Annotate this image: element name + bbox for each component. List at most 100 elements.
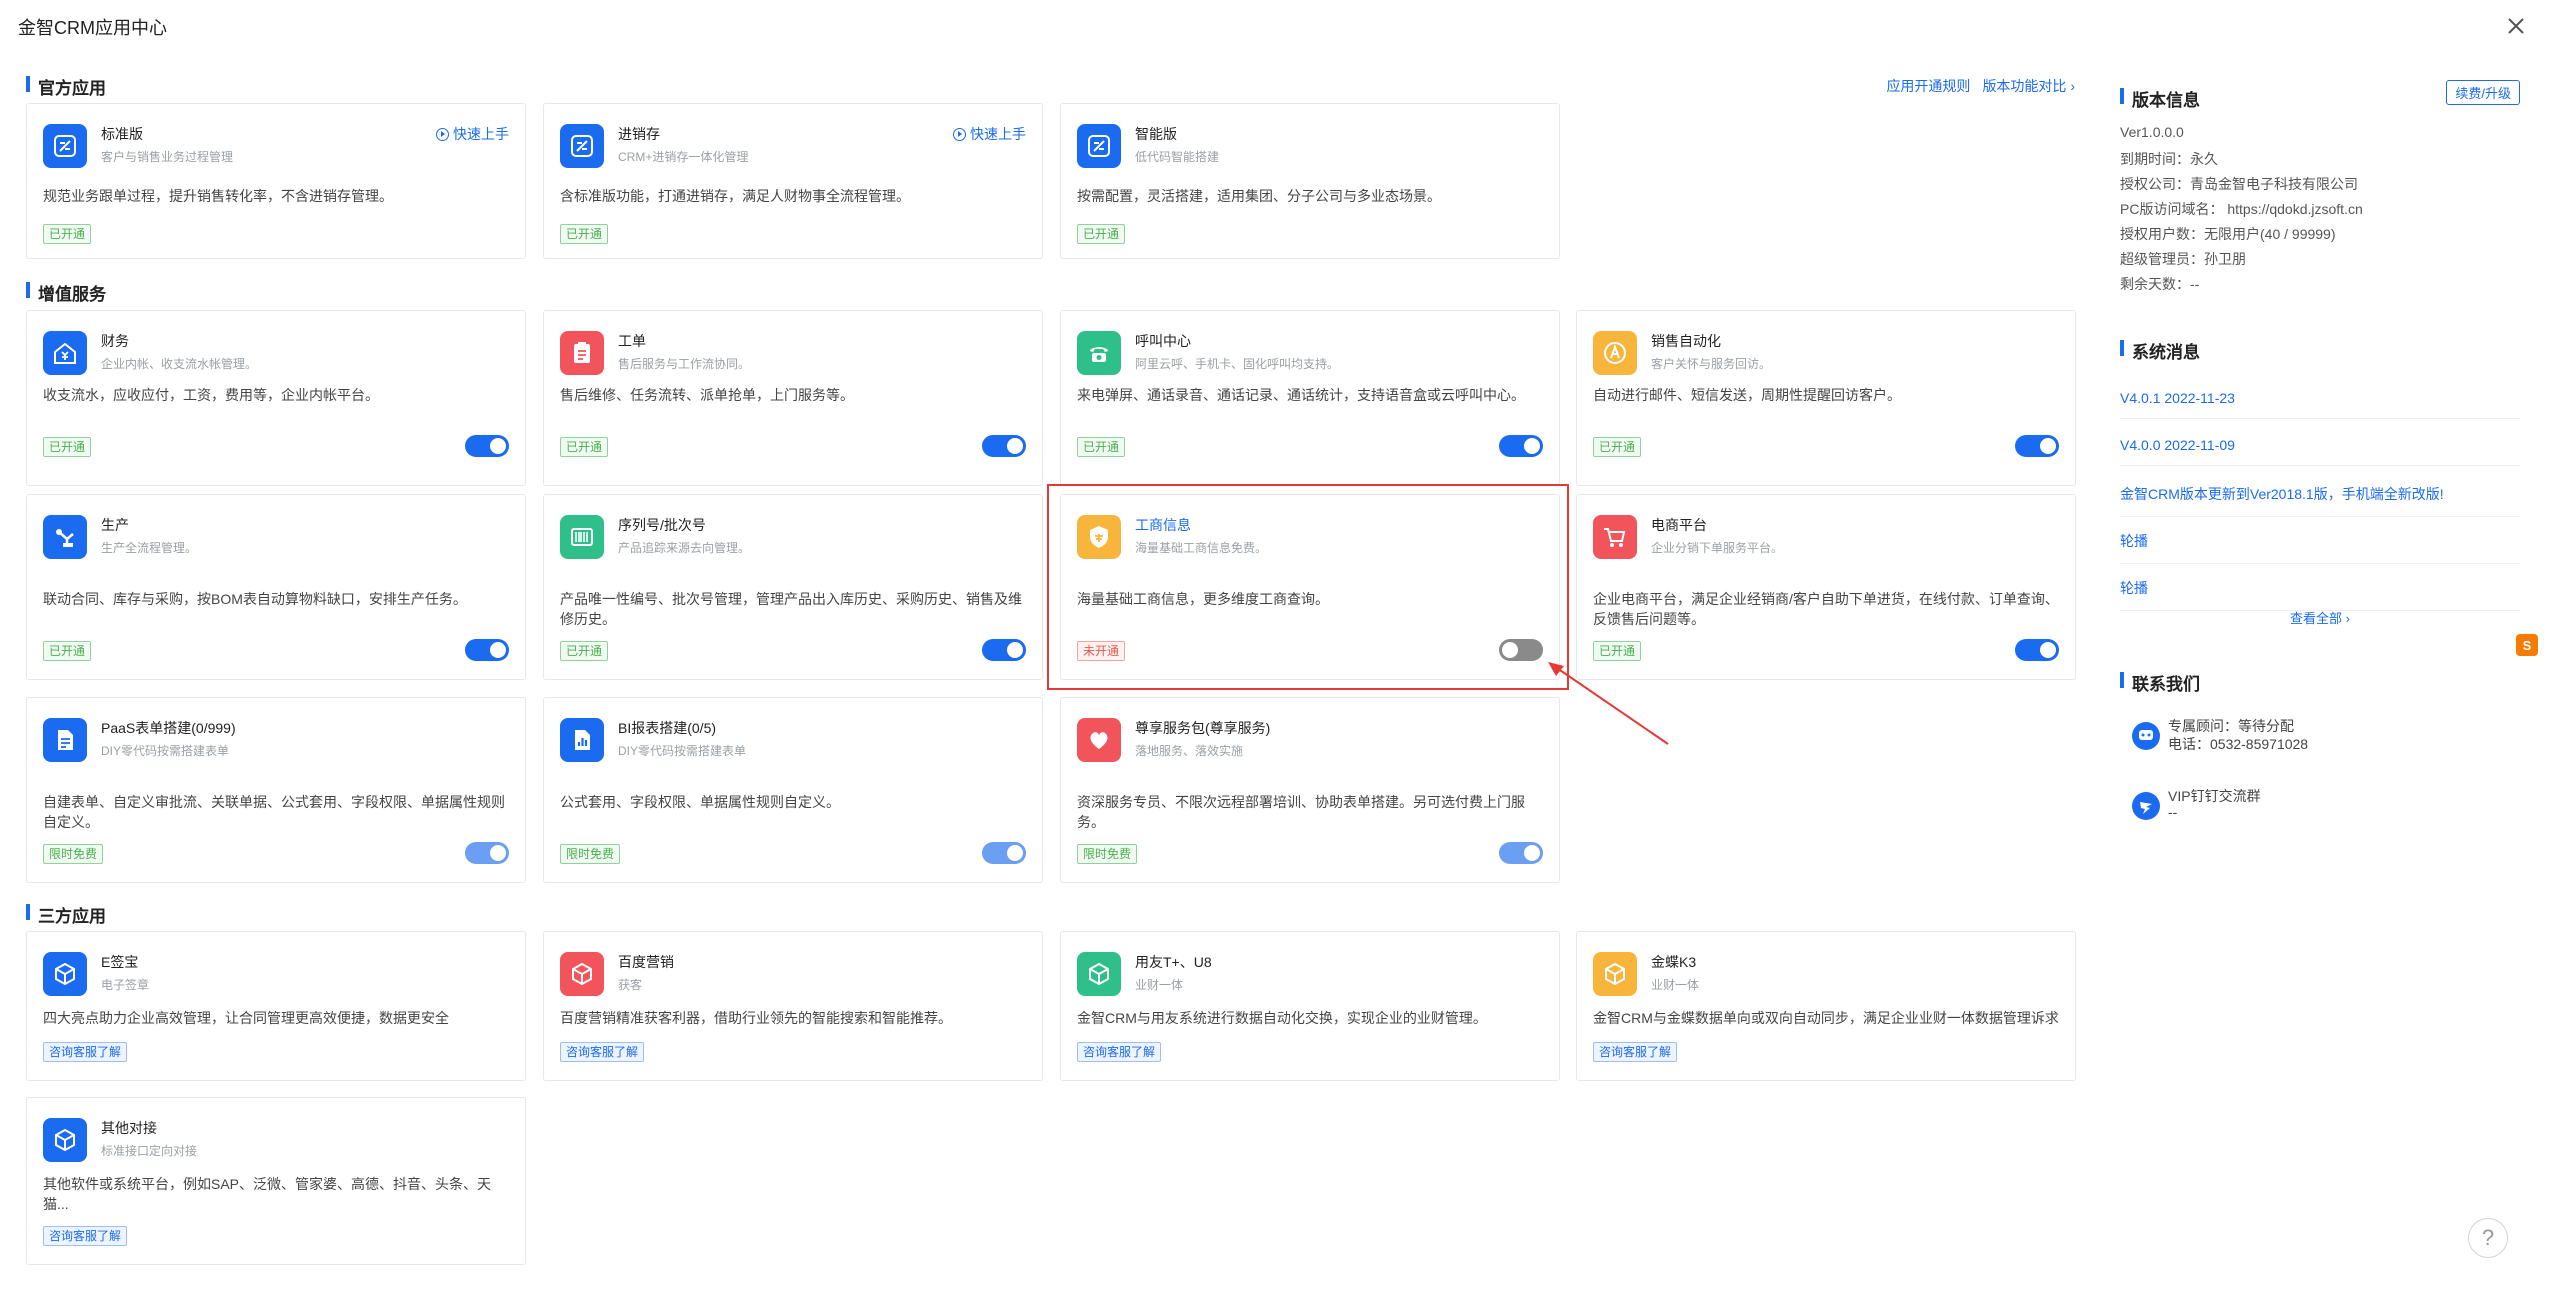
app-description: 来电弹屏、通话录音、通话记录、通话统计，支持语音盒或云呼叫中心。 — [1077, 387, 1525, 403]
app-description: 收支流水，应收应付，工资，费用等，企业内帐平台。 — [43, 387, 379, 403]
status-badge: 限时免费 — [43, 844, 104, 864]
app-name: 财务 — [101, 333, 129, 349]
app-card[interactable]: 用友T+、U8 业财一体 金智CRM与用友系统进行数据自动化交换，实现企业的业财管理… — [1060, 931, 1560, 1081]
app-card[interactable]: 序列号/批次号 产品追踪来源去向管理。 产品唯一性编号、批次号管理，管理产品出入库历… — [543, 494, 1043, 680]
app-subtitle: DIY零代码按需搭建表单 — [618, 744, 747, 758]
app-card[interactable]: 销售自动化 客户关怀与服务回访。 自动进行邮件、短信发送，周期性提醒回访客户。 已开通 — [1576, 310, 2076, 486]
renew-button[interactable]: 续费/升级 — [2446, 80, 2520, 105]
app-description: 公式套用、字段权限、单据属性规则自定义。 — [560, 794, 840, 810]
app-description: 企业电商平台，满足企业经销商/客户自助下单进货，在线付款、订单查询、反馈售后问题… — [1593, 591, 2059, 627]
app-card[interactable]: 尊享服务包(尊享服务) 落地服务、落效实施 资深服务专员、不限次远程部署培训、协助表… — [1060, 697, 1560, 883]
app-logo-icon — [560, 124, 604, 168]
enable-toggle[interactable] — [982, 842, 1026, 864]
app-name: 进销存 — [618, 126, 660, 142]
notice-item[interactable]: V4.0.0 2022-11-09 — [2120, 437, 2520, 466]
vip-group-value: -- — [2168, 804, 2178, 820]
notice-item[interactable]: 轮播 — [2120, 578, 2520, 611]
app-card[interactable]: 百度营销 获客 百度营销精准获客利器，借助行业领先的智能搜索和智能推荐。 咨询客服了解 — [543, 931, 1043, 1081]
cart-icon — [1593, 515, 1637, 559]
enable-toggle[interactable] — [465, 842, 509, 864]
app-card[interactable]: BI报表搭建(0/5) DIY零代码按需搭建表单 公式套用、字段权限、单据属性规则自… — [543, 697, 1043, 883]
robot-arm-icon — [43, 515, 87, 559]
enable-toggle[interactable] — [2015, 639, 2059, 661]
automation-icon — [1593, 331, 1637, 375]
app-card[interactable]: 进销存 CRM+进销存一体化管理 含标准版功能，打通进销存，满足人财物事全流程管理。… — [543, 103, 1043, 259]
play-icon — [953, 127, 966, 141]
app-card[interactable]: 电商平台 企业分销下单服务平台。 企业电商平台，满足企业经销商/客户自助下单进货，在… — [1576, 494, 2076, 680]
enable-toggle[interactable] — [465, 639, 509, 661]
app-description: 联动合同、库存与采购，按BOM表自动算物料缺口，安排生产任务。 — [43, 591, 467, 607]
app-name: 百度营销 — [618, 954, 674, 970]
rules-link[interactable]: 应用开通规则 — [1886, 78, 1970, 94]
close-icon[interactable] — [2502, 12, 2530, 40]
app-name: E签宝 — [101, 954, 139, 970]
app-subtitle: 客户关怀与服务回访。 — [1651, 357, 1772, 371]
app-subtitle: 标准接口定向对接 — [101, 1144, 198, 1158]
notice-item[interactable]: V4.0.1 2022-11-23 — [2120, 390, 2520, 419]
licensed-company: 授权公司：青岛金智电子科技有限公司 — [2120, 176, 2358, 192]
app-card[interactable]: 标准版 客户与销售业务过程管理 规范业务跟单过程，提升销售转化率，不含进销存管理。 快… — [26, 103, 526, 259]
app-name: 金蝶K3 — [1651, 954, 1697, 970]
app-card[interactable]: 金蝶K3 业财一体金智CRM与金蝶数据单向或双向自动同步，满足企业业财一体数据管理… — [1576, 931, 2076, 1081]
quick-start-link[interactable]: 快速上手 — [436, 124, 509, 144]
app-name: 用友T+、U8 — [1135, 954, 1212, 970]
app-subtitle: 阿里云呼、手机卡、固化呼叫均支持。 — [1135, 357, 1340, 371]
app-name: 序列号/批次号 — [618, 517, 706, 533]
app-name: 呼叫中心 — [1135, 333, 1191, 349]
status-badge[interactable]: 咨询客服了解 — [43, 1042, 128, 1062]
view-all-link[interactable]: 查看全部 › — [2290, 608, 2350, 627]
app-description: 自动进行邮件、短信发送，周期性提醒回访客户。 — [1593, 387, 1901, 403]
enable-toggle[interactable] — [1499, 435, 1543, 457]
phone-icon — [1077, 331, 1121, 375]
compare-link[interactable]: 版本功能对比 › — [1982, 78, 2075, 94]
super-admin: 超级管理员：孙卫朋 — [2120, 251, 2246, 267]
enable-toggle[interactable] — [982, 639, 1026, 661]
notice-item[interactable]: 轮播 — [2120, 531, 2520, 564]
app-card[interactable]: 其他对接 标准接口定向对接 其他软件或系统平台，例如SAP、泛微、管家婆、高德、抖音… — [26, 1097, 526, 1265]
app-card[interactable]: 工单 售后服务与工作流协同。 售后维修、任务流转、派单抢单，上门服务等。 已开通 — [543, 310, 1043, 486]
app-subtitle: 业财一体 — [1651, 978, 1700, 992]
clipboard-icon — [560, 331, 604, 375]
status-badge: 限时免费 — [1077, 844, 1138, 864]
status-badge: 已开通 — [560, 641, 609, 661]
app-subtitle: 企业内帐、收支流水帐管理。 — [101, 357, 258, 371]
help-icon[interactable]: ? — [2468, 1218, 2508, 1258]
cube-icon — [1077, 952, 1121, 996]
status-badge: 已开通 — [1593, 641, 1642, 661]
barcode-icon — [560, 515, 604, 559]
enable-toggle[interactable] — [982, 435, 1026, 457]
status-badge: 已开通 — [43, 437, 92, 457]
floating-s-icon[interactable]: S — [2516, 634, 2538, 656]
app-card[interactable]: 呼叫中心阿里云呼、手机卡、固化呼叫均支持。来电弹屏、通话录音、通话记录、通话统计… — [1060, 310, 1560, 486]
status-badge[interactable]: 咨询客服了解 — [43, 1226, 128, 1246]
app-description: 含标准版功能，打通进销存，满足人财物事全流程管理。 — [560, 188, 910, 204]
app-subtitle: 客户与销售业务过程管理 — [101, 150, 234, 164]
app-subtitle: 电子签章 — [101, 978, 150, 992]
app-description: 金智CRM与金蝶数据单向或双向自动同步，满足企业业财一体数据管理诉求 — [1593, 1010, 2059, 1026]
licensed-users: 授权用户数：无限用户(40 / 99999) — [2120, 226, 2336, 242]
status-badge: 限时免费 — [560, 844, 621, 864]
status-badge[interactable]: 咨询客服了解 — [560, 1042, 645, 1062]
cube-icon — [560, 952, 604, 996]
app-card[interactable]: PaaS表单搭建(0/999) DIY零代码按需搭建表单 自建表单、自定义审批流、关… — [26, 697, 526, 883]
app-card[interactable]: 财务企业内帐、收支流水帐管理。收支流水，应收应付，工资，费用等，企业内帐平台。已… — [26, 310, 526, 486]
app-card[interactable]: 生产 生产全流程管理。 联动合同、库存与采购，按BOM表自动算物料缺口，安排生产任务… — [26, 494, 526, 680]
pc-domain: PC版访问域名： https://qdokd.jzsoft.cn — [2120, 201, 2363, 217]
app-card[interactable]: 智能版 低代码智能搭建 按需配置，灵活搭建，适用集团、分子公司与多业态场景。 已开通 — [1060, 103, 1560, 259]
app-card[interactable]: E签宝 电子签章 四大亮点助力企业高效管理，让合同管理更高效便捷，数据更安全 咨询客服… — [26, 931, 526, 1081]
quick-start-link[interactable]: 快速上手 — [953, 124, 1026, 144]
advisor-phone: 电话：0532-85971028 — [2168, 736, 2309, 752]
contact-title: 联系我们 — [2120, 670, 2200, 695]
cube-icon — [1593, 952, 1637, 996]
app-description: 产品唯一性编号、批次号管理，管理产品出入库历史、采购历史、销售及维修历史。 — [560, 591, 1022, 627]
app-description: 百度营销精准获客利器，借助行业领先的智能搜索和智能推荐。 — [560, 1010, 952, 1026]
enable-toggle[interactable] — [1499, 842, 1543, 864]
notice-item[interactable]: 金智CRM版本更新到Ver2018.1版，手机端全新改版! — [2120, 484, 2520, 517]
status-badge: 已开通 — [560, 437, 609, 457]
enable-toggle[interactable] — [2015, 435, 2059, 457]
status-badge[interactable]: 咨询客服了解 — [1077, 1042, 1162, 1062]
chat-icon — [2132, 722, 2160, 750]
enable-toggle[interactable] — [465, 435, 509, 457]
status-badge[interactable]: 咨询客服了解 — [1593, 1042, 1678, 1062]
app-description: 规范业务跟单过程，提升销售转化率，不含进销存管理。 — [43, 188, 393, 204]
